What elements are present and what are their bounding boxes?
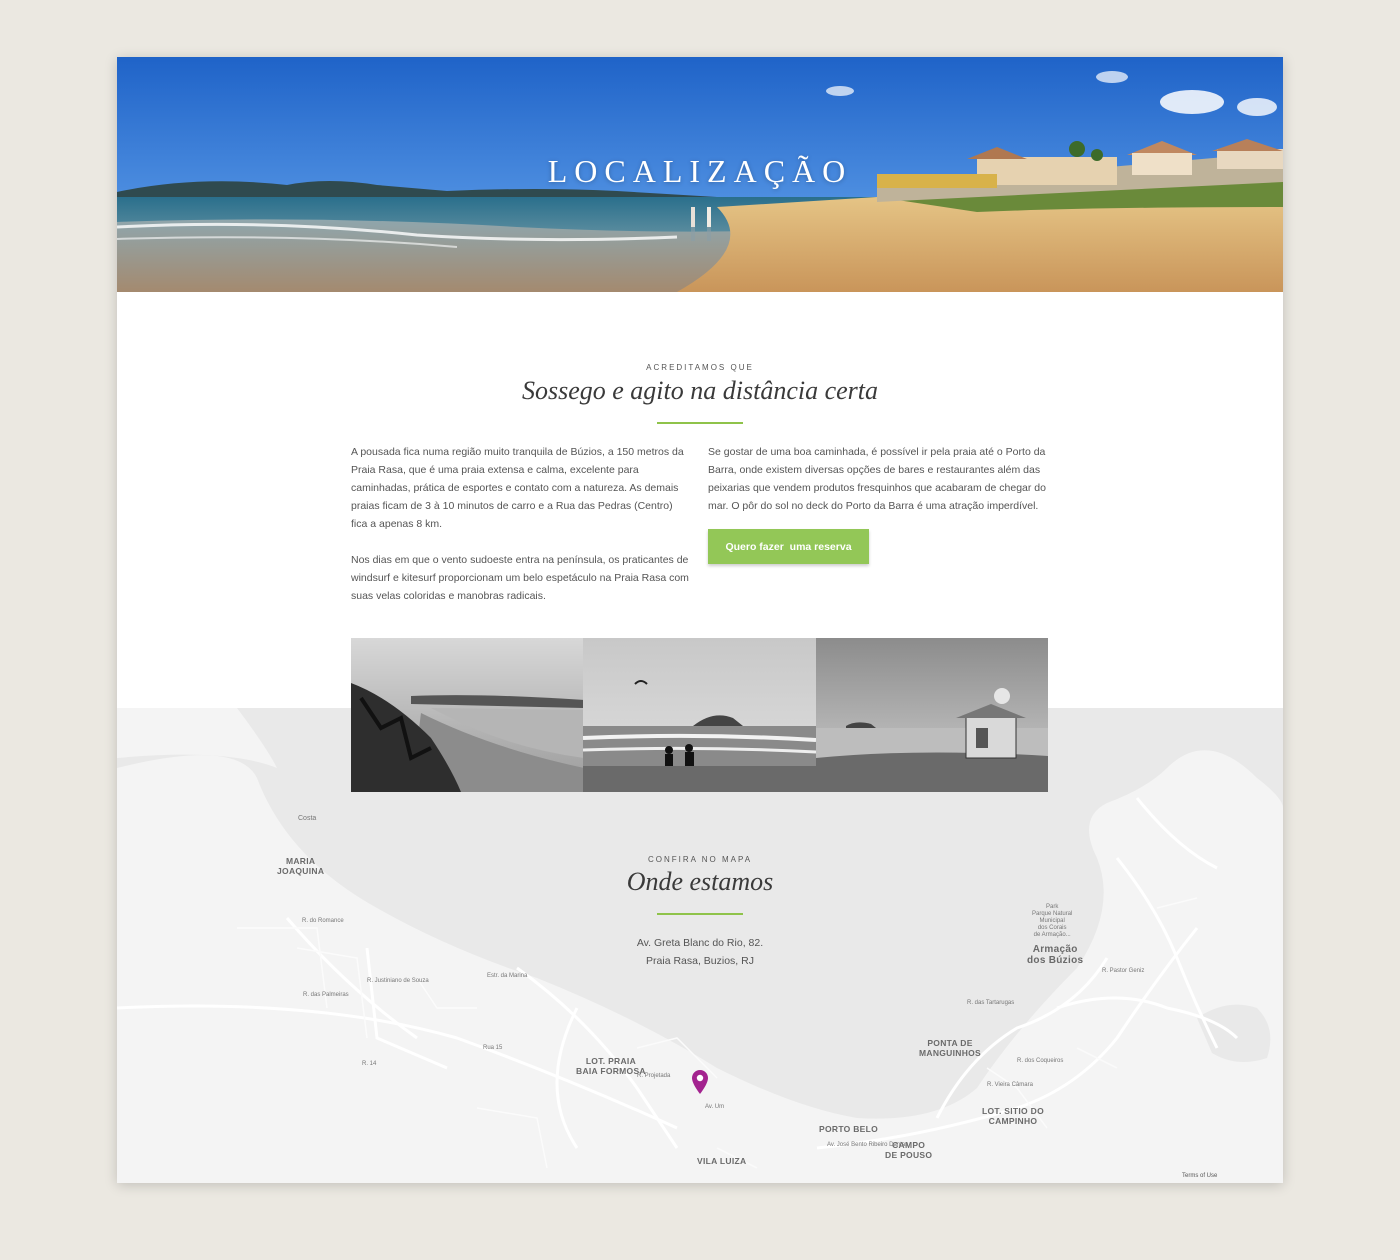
photo-beach-vegetation [351, 638, 584, 792]
map-street-label: R. 14 [362, 1061, 377, 1067]
title-underline [657, 422, 743, 424]
title-underline [657, 913, 743, 915]
address-line-1: Av. Greta Blanc do Rio, 82. [636, 937, 764, 949]
booking-button[interactable]: Quero fazer uma reserva [708, 529, 869, 564]
map-street-label: R. das Tartarugas [967, 1000, 1015, 1006]
location-title: Onde estamos [626, 867, 774, 896]
map-label-porto-belo: PORTO BELO [819, 1124, 879, 1134]
map-street-label: R. Vieira Câmara [987, 1082, 1033, 1088]
address-line-2: Praia Rasa, Buzios, RJ [646, 955, 754, 967]
location-eyebrow: CONFIRA NO MAPA [647, 855, 753, 864]
map-street-label: Av. Um [705, 1104, 725, 1110]
map-pin-icon[interactable] [692, 1070, 708, 1099]
intro-column-right: Se gostar de uma boa caminhada, é possív… [708, 443, 1048, 533]
map-street-label: R. dos Coqueiros [1017, 1058, 1064, 1064]
photo-beach-hut [815, 638, 1048, 792]
map-street-label: R. Justiniano de Souza [367, 978, 429, 984]
map-label-costa: Costa [298, 815, 317, 822]
map-label-ponta: PONTA DE MANGUINHOS [919, 1038, 982, 1058]
intro-paragraph: Se gostar de uma boa caminhada, é possív… [708, 446, 1046, 512]
map-label-vila-luiza: VILA LUIZA [697, 1156, 747, 1166]
map-street-label: Rua 15 [483, 1045, 503, 1051]
map-label-lot-praia: LOT. PRAIA BAIA FORMOSA [576, 1056, 646, 1076]
map-street-label: R. das Palmeiras [303, 992, 349, 998]
page-container: LOCALIZAÇÃO ACREDITAMOS QUE Sossego e ag… [117, 57, 1283, 1183]
map-label-lot-sitio: LOT. SITIO DO CAMPINHO [982, 1106, 1044, 1126]
intro-eyebrow: ACREDITAMOS QUE [646, 363, 754, 372]
photo-strip [351, 638, 1048, 792]
intro-paragraph: A pousada fica numa região muito tranqui… [351, 446, 684, 530]
intro-column-left: A pousada fica numa região muito tranqui… [351, 443, 691, 623]
intro-title: Sossego e agito na distância certa [521, 376, 878, 405]
hero-title: LOCALIZAÇÃO [547, 153, 853, 189]
photo-kitesurf [583, 638, 816, 792]
map-street-label: R. Projetada [637, 1073, 671, 1079]
map-street-label: R. do Romance [302, 918, 344, 924]
map-street-label: Estr. da Marina [487, 973, 528, 979]
hero-banner: LOCALIZAÇÃO [117, 57, 1283, 292]
map-terms-link[interactable]: Terms of Use [1182, 1173, 1217, 1179]
intro-paragraph: Nos dias em que o vento sudoeste entra n… [351, 554, 689, 602]
map-street-label: Av. José Bento Ribeiro Dantas [827, 1142, 909, 1148]
